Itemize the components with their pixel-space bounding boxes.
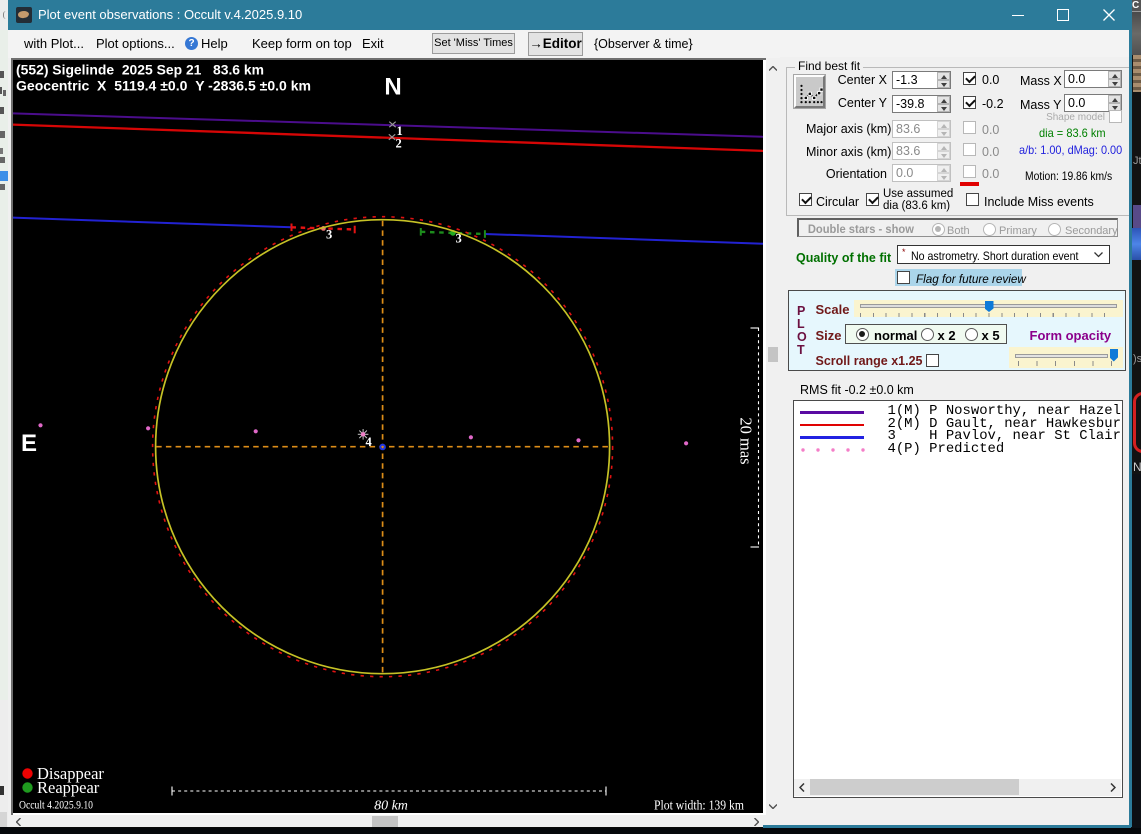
svg-text:Plot width: 139 km: Plot width: 139 km <box>654 798 744 813</box>
svg-text:Geocentric X 5119.4 ±0.0 Y: Geocentric X 5119.4 ±0.0 Y -2836.5 ±0.0 … <box>16 78 311 94</box>
svg-text:N: N <box>384 74 401 101</box>
svg-text:Reappear: Reappear <box>37 778 100 797</box>
svg-text:Occult 4.2025.9.10: Occult 4.2025.9.10 <box>19 798 93 812</box>
svg-text:E: E <box>21 430 37 457</box>
svg-text:2: 2 <box>396 137 402 151</box>
svg-text:3: 3 <box>456 232 462 246</box>
svg-text:80 km: 80 km <box>374 799 408 813</box>
svg-text:3: 3 <box>326 228 332 242</box>
svg-text:4: 4 <box>366 435 373 449</box>
svg-text:(552) Sigelinde 2025 Sep 21: (552) Sigelinde 2025 Sep 21 83.6 km <box>16 62 264 78</box>
svg-text:20 mas: 20 mas <box>737 417 756 464</box>
